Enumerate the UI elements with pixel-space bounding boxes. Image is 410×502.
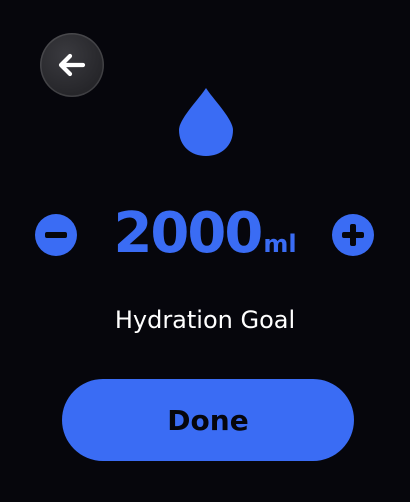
decrement-button[interactable] xyxy=(35,214,77,256)
water-drop-icon xyxy=(179,88,233,156)
goal-title: Hydration Goal xyxy=(114,306,296,334)
arrow-left-icon xyxy=(58,53,86,77)
hydration-goal-screen: 2000 ml Hydration Goal Done xyxy=(0,0,410,502)
done-button[interactable]: Done xyxy=(62,379,354,461)
increment-button[interactable] xyxy=(332,214,374,256)
goal-value-display: 2000 ml xyxy=(90,198,320,270)
back-button[interactable] xyxy=(40,33,104,97)
goal-value: 2000 xyxy=(113,201,263,266)
goal-unit: ml xyxy=(263,230,297,258)
